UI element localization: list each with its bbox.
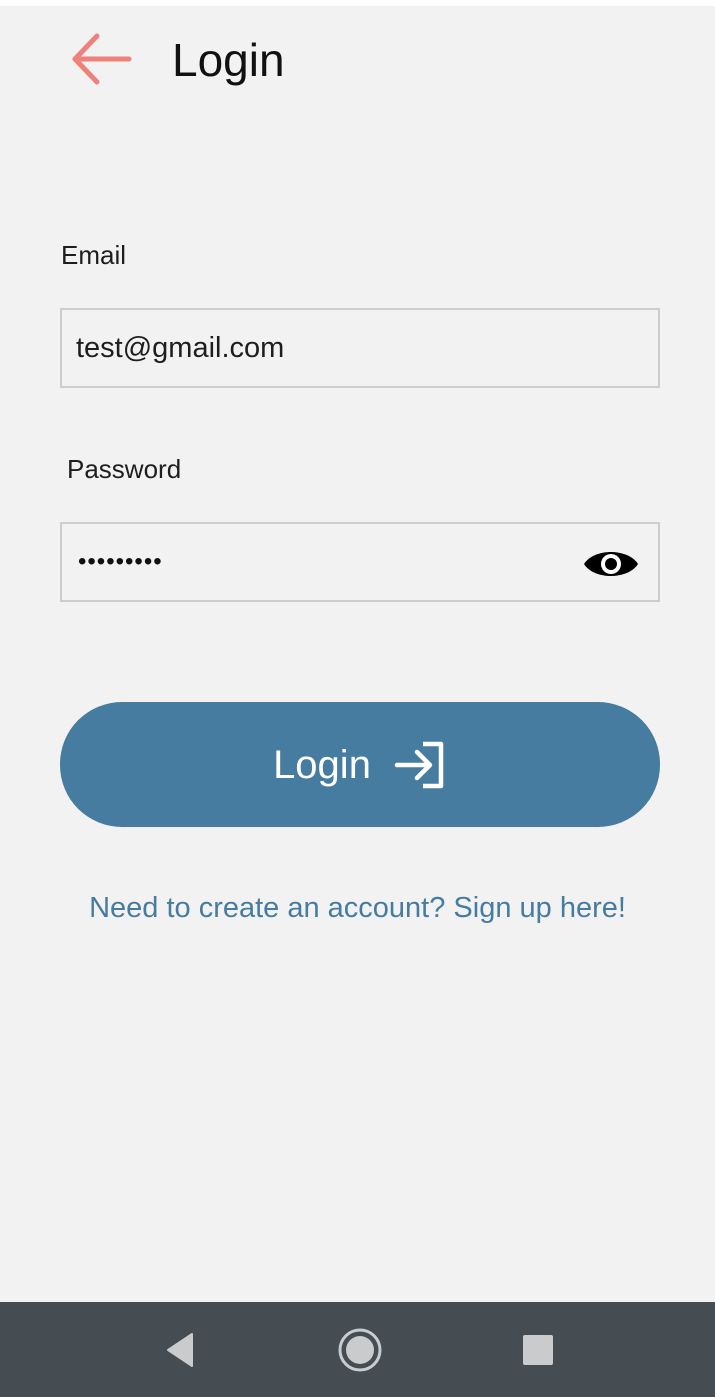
triangle-back-icon xyxy=(167,1333,193,1367)
page-title: Login xyxy=(172,34,285,86)
back-button[interactable] xyxy=(62,26,138,92)
password-field-box[interactable]: ••••••••• xyxy=(60,522,660,602)
nav-back-button[interactable] xyxy=(156,1326,204,1374)
nav-home-button[interactable] xyxy=(336,1326,384,1374)
password-label: Password xyxy=(67,454,182,484)
app-header: Login xyxy=(0,6,715,116)
email-field-box[interactable] xyxy=(60,308,660,388)
eye-icon xyxy=(584,552,638,576)
nav-recents-button[interactable] xyxy=(514,1326,562,1374)
toggle-password-visibility-button[interactable] xyxy=(582,544,640,584)
password-field[interactable]: ••••••••• xyxy=(78,524,163,600)
arrow-left-icon xyxy=(72,33,132,85)
login-button-label: Login xyxy=(273,742,371,787)
email-label: Email xyxy=(61,240,127,270)
signup-link[interactable]: Need to create an account? Sign up here! xyxy=(0,890,715,926)
square-recents-icon xyxy=(523,1335,553,1365)
email-field[interactable] xyxy=(76,310,576,386)
sign-in-icon xyxy=(393,740,447,790)
system-nav-bar xyxy=(0,1302,715,1397)
circle-home-icon xyxy=(338,1328,382,1372)
login-button[interactable]: Login xyxy=(60,702,660,827)
